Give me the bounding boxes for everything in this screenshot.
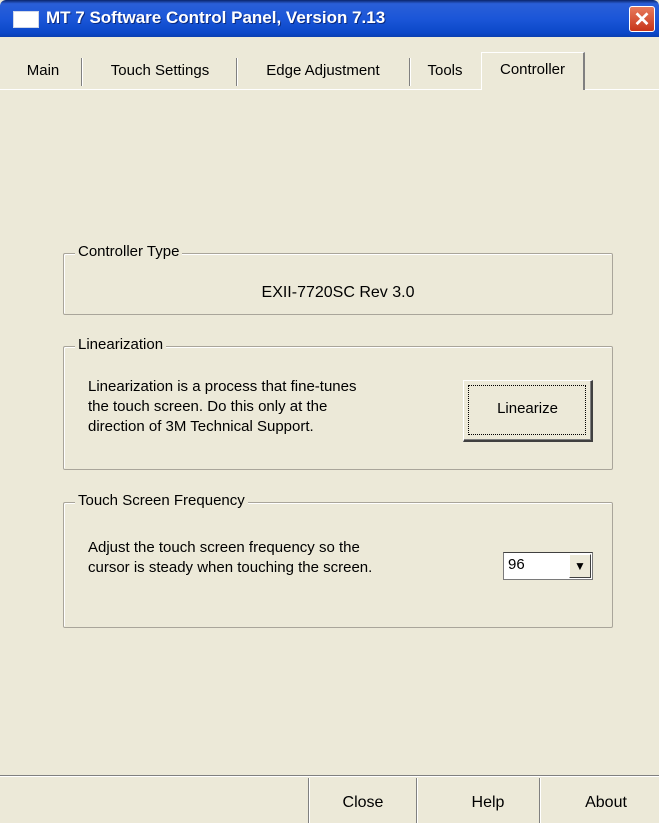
frequency-description-line: cursor is steady when touching the scree… — [88, 559, 373, 576]
window-title: MT 7 Software Control Panel, Version 7.1… — [46, 8, 386, 27]
tab-controller[interactable]: Controller — [481, 52, 585, 90]
linearization-label: Linearization — [75, 336, 167, 353]
help-button[interactable]: Help — [440, 783, 536, 823]
tab-baseline — [585, 89, 659, 90]
close-button[interactable]: Close — [312, 783, 414, 823]
footer-divider — [0, 775, 659, 776]
tab-tools[interactable]: Tools — [414, 56, 476, 86]
tab-separator — [409, 58, 410, 86]
tab-baseline — [0, 89, 481, 90]
chevron-down-icon[interactable]: ▼ — [569, 554, 591, 578]
frequency-label: Touch Screen Frequency — [75, 492, 248, 509]
focus-rectangle — [468, 385, 586, 435]
frequency-select[interactable]: 96 ▼ — [503, 552, 593, 580]
frequency-description-line: Adjust the touch screen frequency so the — [88, 539, 360, 556]
linearization-description-line: the touch screen. Do this only at the — [88, 398, 328, 415]
tab-main[interactable]: Main — [8, 56, 78, 86]
linearization-description-line: Linearization is a process that fine-tun… — [88, 378, 357, 395]
frequency-selected-value: 96 — [508, 556, 525, 573]
tab-separator — [81, 58, 82, 86]
close-icon[interactable]: ✕ — [629, 6, 655, 32]
linearize-button[interactable]: Linearize — [463, 380, 593, 442]
tab-separator — [236, 58, 237, 86]
title-bar[interactable]: MT 7 Software Control Panel, Version 7.1… — [0, 0, 659, 37]
footer-separator — [416, 778, 417, 823]
tab-edge-adjustment[interactable]: Edge Adjustment — [240, 56, 406, 86]
controller-type-value: EXII-7720SC Rev 3.0 — [261, 284, 415, 301]
linearization-description-line: direction of 3M Technical Support. — [88, 418, 314, 435]
app-window-icon — [13, 11, 39, 28]
about-button[interactable]: About — [556, 783, 656, 823]
footer-separator — [308, 778, 309, 823]
tab-touch-settings[interactable]: Touch Settings — [86, 56, 234, 86]
footer-separator — [539, 778, 540, 823]
controller-type-label: Controller Type — [75, 243, 183, 260]
